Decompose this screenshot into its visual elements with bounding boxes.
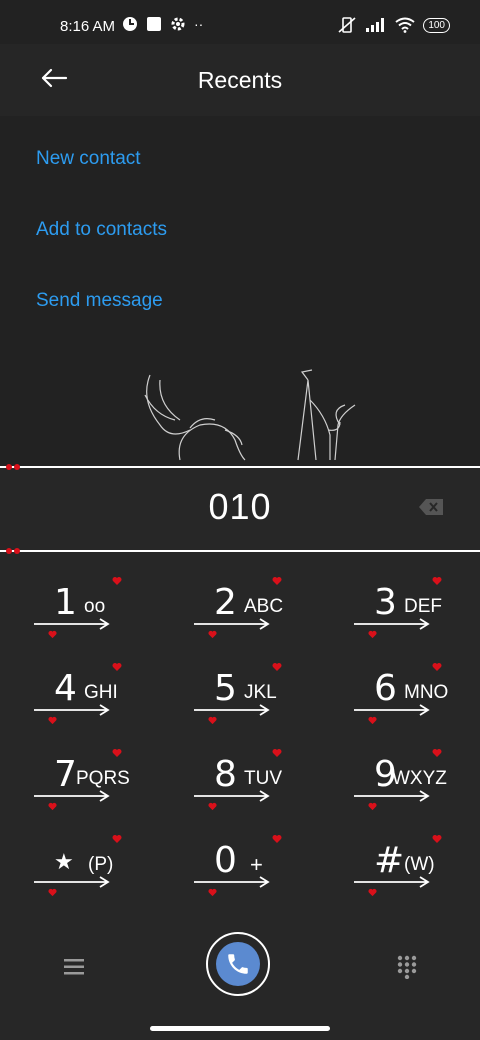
backspace-icon[interactable] (418, 498, 444, 516)
key-6[interactable]: 6 MNO (352, 652, 480, 738)
key-letters: JKL (244, 682, 277, 703)
key-7[interactable]: 7 PQRS (32, 738, 162, 824)
heart-icon (208, 630, 217, 639)
heart-icon (48, 802, 57, 811)
arrow-underline (194, 790, 270, 802)
status-notification-icons: ·· (122, 16, 203, 32)
heart-icon (112, 749, 122, 757)
dialed-number: 010 (208, 486, 272, 527)
arrow-underline (194, 876, 270, 888)
key-letters: MNO (404, 682, 449, 703)
voicemail-icon: oo (84, 596, 106, 617)
top-app-bar: Recents (0, 44, 480, 116)
key-5[interactable]: 5 JKL (192, 652, 322, 738)
page-title: Recents (197, 66, 283, 93)
status-system-icons: 100 (337, 16, 450, 34)
heart-icon (368, 716, 377, 725)
key-4[interactable]: 4 GHI (32, 652, 162, 738)
heart-dot (6, 464, 12, 470)
wifi-icon (395, 17, 415, 33)
heart-icon (272, 663, 282, 671)
arrow-underline (194, 618, 270, 630)
dialpad: 1 oo 2 ABC 3 DEF 4 GHI 5 JKL 6 MNO 7 PQR… (0, 560, 480, 920)
arrow-underline (34, 790, 110, 802)
key-letters: DEF (404, 596, 442, 617)
key-letters: (W) (404, 854, 435, 875)
key-letters: (P) (88, 854, 114, 875)
add-to-contacts-option[interactable]: Add to contacts (36, 219, 167, 241)
key-8[interactable]: 8 TUV (192, 738, 322, 824)
heart-icon (432, 663, 442, 671)
key-9[interactable]: 9 WXYZ (352, 738, 480, 824)
settings-gear-icon (171, 17, 185, 31)
heart-icon (208, 888, 217, 897)
heart-icon (368, 802, 377, 811)
heart-icon (48, 888, 57, 897)
arrow-underline (34, 618, 110, 630)
phone-icon (228, 954, 248, 974)
key-3[interactable]: 3 DEF (352, 566, 480, 652)
arrow-underline (354, 704, 430, 716)
heart-icon (48, 716, 57, 725)
key-star[interactable]: ★ (P) (32, 824, 162, 910)
arrow-underline (34, 876, 110, 888)
arrow-underline (194, 704, 270, 716)
heart-icon (112, 835, 122, 843)
status-time: 8:16 AM (60, 18, 116, 35)
heart-icon (432, 749, 442, 757)
more-notifications-icon: ·· (194, 16, 204, 32)
heart-icon (432, 577, 442, 585)
key-letters: GHI (84, 682, 118, 703)
heart-icon (208, 802, 217, 811)
heart-dot (14, 548, 20, 554)
arrow-underline (354, 876, 430, 888)
back-arrow-icon (41, 68, 68, 88)
battery-indicator: 100 (423, 17, 450, 33)
top-divider-line (0, 466, 480, 468)
clock-app-icon (123, 17, 137, 31)
heart-dot (6, 548, 12, 554)
key-letters: PQRS (76, 768, 130, 789)
back-button[interactable] (38, 62, 70, 94)
heart-icon (48, 630, 57, 639)
send-message-option[interactable]: Send message (36, 290, 163, 312)
heart-icon (272, 577, 282, 585)
arrow-underline (354, 618, 430, 630)
home-indicator[interactable] (150, 1026, 330, 1031)
menu-icon[interactable] (63, 958, 85, 976)
heart-icon (208, 716, 217, 725)
heart-icon (272, 835, 282, 843)
call-button-fill (216, 942, 260, 986)
bottom-action-bar (0, 920, 480, 1040)
key-letters: ABC (244, 596, 284, 617)
key-2[interactable]: 2 ABC (192, 566, 322, 652)
heart-icon (432, 835, 442, 843)
key-hash[interactable]: # (W) (352, 824, 480, 910)
star-icon: ★ (54, 850, 74, 875)
key-1[interactable]: 1 oo (32, 566, 162, 652)
heart-icon (368, 888, 377, 897)
key-0[interactable]: 0 + (192, 824, 322, 910)
app-square-icon (147, 17, 161, 31)
heart-icon (368, 630, 377, 639)
key-letters: WXYZ (392, 768, 447, 789)
vibrate-off-icon (338, 17, 356, 33)
bottom-divider-line (0, 550, 480, 552)
signal-icon (366, 18, 385, 32)
dialpad-toggle-icon[interactable] (397, 955, 417, 979)
heart-icon (112, 663, 122, 671)
arrow-underline (34, 704, 110, 716)
new-contact-option[interactable]: New contact (36, 148, 141, 170)
key-letters: TUV (244, 768, 282, 789)
arrow-underline (354, 790, 430, 802)
theme-illustration (144, 369, 356, 461)
heart-icon (112, 577, 122, 585)
call-button[interactable] (206, 932, 270, 996)
heart-icon (272, 749, 282, 757)
heart-dot (14, 464, 20, 470)
